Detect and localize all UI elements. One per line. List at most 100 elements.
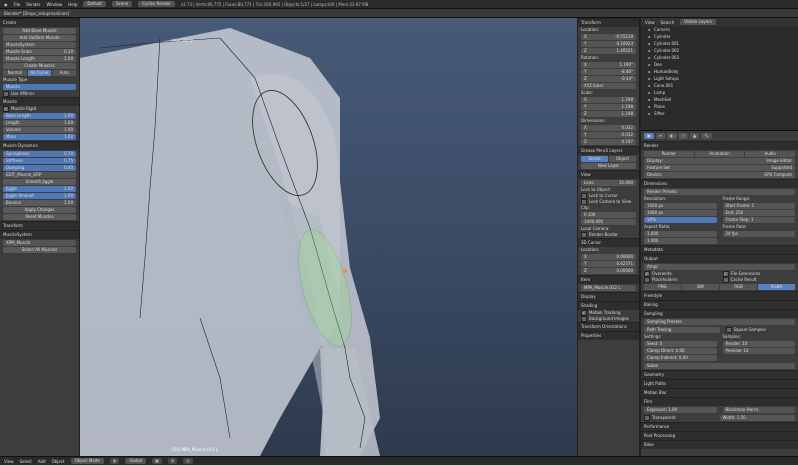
audio-button[interactable]: Audio (745, 151, 796, 157)
muscle-section-header[interactable]: Muscle (0, 97, 79, 106)
menu-file[interactable]: File (14, 2, 21, 7)
bake-header[interactable]: Bake (641, 440, 798, 449)
location-y-field[interactable]: Y 0.10023 (581, 41, 636, 47)
filter-width-field[interactable]: Width: 1.50 (719, 415, 795, 421)
muscle-name-field[interactable]: XPM_Muscle (3, 240, 76, 246)
shading-header[interactable]: Shading (578, 301, 639, 310)
dimensions-x-field[interactable]: X 0.032 (581, 125, 636, 131)
cursor-y-field[interactable]: Y 0.42371 (581, 261, 636, 267)
res-percent-slider[interactable]: 50% (644, 217, 717, 223)
geometry-header[interactable]: Geometry (641, 370, 798, 379)
clip-end-field[interactable]: 1000.000 (581, 219, 636, 225)
checkbox[interactable] (725, 327, 732, 333)
outliner-search-menu[interactable]: Search (661, 20, 675, 25)
sampling-presets-dropdown[interactable]: Sampling Presets (644, 319, 795, 325)
render-header[interactable]: Render (641, 141, 798, 150)
checkbox[interactable] (3, 91, 9, 97)
render-button[interactable]: Render (644, 151, 694, 157)
view-header[interactable]: View (578, 170, 639, 179)
location-x-field[interactable]: X -0.55129 (581, 34, 636, 40)
post-processing-header[interactable]: Post Processing (641, 431, 798, 440)
output-header[interactable]: Output (641, 254, 798, 263)
stiffness-slider[interactable]: Stiffness 0.75 (3, 158, 76, 164)
engine-dropdown[interactable]: Cycles Render (138, 1, 175, 7)
outliner-item[interactable]: ▸ Cone.001 (641, 82, 798, 89)
transform-orientations-header[interactable]: Transform Orientations (578, 322, 639, 331)
create-header[interactable]: Create (0, 18, 79, 27)
sampling-header[interactable]: Sampling (641, 309, 798, 318)
res-x-field[interactable]: 1920 px (644, 203, 717, 209)
aspect-y-field[interactable]: 1.000 (644, 238, 717, 244)
base-length-slider[interactable]: Base Length 1.00 (3, 113, 76, 119)
create-muscles-button[interactable]: Create Muscles (3, 63, 76, 69)
display-dropdown[interactable]: Display: Image Editor (644, 158, 795, 164)
outliner-filter-dropdown[interactable]: Visible Layers (680, 19, 716, 25)
rgba-button[interactable]: RGBA (758, 284, 795, 290)
checkbox[interactable] (644, 277, 650, 283)
performance-header[interactable]: Performance (641, 422, 798, 431)
shading-icon[interactable]: ◍ (109, 458, 120, 464)
bounce-slider[interactable]: Bounce 1.00 (3, 200, 76, 206)
fps-dropdown[interactable]: 24 fps (722, 231, 795, 237)
edit-muscle-field[interactable]: EDIT_Muscle_GRP (3, 172, 76, 178)
blender-icon[interactable]: ◉ (4, 2, 8, 7)
outliner-item[interactable]: ▸ Cylinder.002 (641, 47, 798, 54)
display-header[interactable]: Display (578, 292, 639, 301)
outliner-view-menu[interactable]: View (645, 20, 655, 25)
checkbox[interactable] (581, 316, 587, 322)
bw-button[interactable]: BW (682, 284, 719, 290)
clamp-indirect-field[interactable]: Clamp Indirect: 0.00 (644, 355, 717, 361)
outliner-item[interactable]: ▸ Sifter (641, 110, 798, 117)
animation-button[interactable]: Animation (694, 151, 745, 157)
device-dropdown[interactable]: Device: GPU Compute (644, 172, 795, 178)
apply-changes-button[interactable]: Apply Changes (3, 207, 76, 213)
transparent-checkbox[interactable]: Transparent (641, 414, 717, 422)
cursor-z-field[interactable]: Z 0.00000 (581, 268, 636, 274)
tab-normal[interactable]: Normal (3, 70, 27, 76)
muscle-system-header[interactable]: MuscleSystem (0, 230, 79, 239)
outliner-item[interactable]: ▸ Camera (641, 26, 798, 33)
seed-field[interactable]: Seed: 0 (644, 341, 717, 347)
preview-samples-field[interactable]: Preview: 10 (722, 348, 795, 354)
render-samples-field[interactable]: Render: 10 (722, 341, 795, 347)
layers-tab-icon[interactable]: ≡ (655, 133, 666, 139)
checkbox[interactable] (3, 106, 9, 112)
format-dropdown[interactable]: PNG (644, 284, 681, 290)
outliner-item[interactable]: ▸ Plane (641, 103, 798, 110)
clip-start-field[interactable]: 0.100 (581, 212, 636, 218)
dimensions-header[interactable]: Dimensions (641, 179, 798, 188)
scale-x-field[interactable]: X 1.198 (581, 97, 636, 103)
jiggle-slider[interactable]: Jiggle 1.00 (3, 186, 76, 192)
tab-object[interactable]: Object (609, 156, 636, 162)
item-header[interactable]: Item (578, 275, 639, 284)
muscle-dynamics-header[interactable]: Muscle Dynamics (0, 141, 79, 150)
transform-orientation-dropdown[interactable]: Global (125, 458, 147, 464)
outliner-item[interactable]: ▸ Cylinder.001 (641, 40, 798, 47)
length-slider[interactable]: Length 1.00 (3, 120, 76, 126)
reset-muscles-button[interactable]: Reset Muscles (3, 214, 76, 220)
muscle-scale-slider[interactable]: Muscle Scale 0.10 (3, 49, 76, 55)
rotation-x-field[interactable]: X 1.190° (581, 62, 636, 68)
item-name-field[interactable]: MPA_Muscle.012 L (581, 285, 636, 291)
outliner-item[interactable]: ▸ Light Setups (641, 75, 798, 82)
frame-step-field[interactable]: Frame Step: 1 (722, 217, 795, 223)
3d-viewport[interactable]: User Persp (55) MPA_Muscle.012 L (80, 18, 577, 456)
filter-dropdown[interactable]: Blackman-Harris (722, 407, 795, 413)
object-tab-icon[interactable]: ▲ (690, 133, 700, 139)
grease-pencil-header[interactable]: Grease Pencil Layers (578, 146, 639, 155)
rotation-y-field[interactable]: Y -8.46° (581, 69, 636, 75)
film-header[interactable]: Film (641, 397, 798, 406)
pattern-dropdown[interactable]: Sobol (644, 363, 795, 369)
outliner-item[interactable]: ▸ MeshSet (641, 96, 798, 103)
properties-header[interactable]: Properties (578, 331, 639, 340)
world-tab-icon[interactable]: ○ (678, 133, 689, 139)
muscle-rigid-checkbox[interactable]: Muscle Rigid (0, 106, 79, 112)
mode-dropdown[interactable]: Object Mode (70, 458, 104, 464)
menu-window[interactable]: Window (46, 2, 62, 7)
render-presets-dropdown[interactable]: Render Presets (644, 189, 795, 195)
render-preview-icon[interactable]: ◎ (183, 458, 193, 464)
res-y-field[interactable]: 1080 px (644, 210, 717, 216)
transform-header[interactable]: Transform (0, 221, 79, 230)
muscle-length-slider[interactable]: Muscle Length 1.00 (3, 56, 76, 62)
cache-result-checkbox[interactable]: Cache Result (720, 277, 798, 283)
